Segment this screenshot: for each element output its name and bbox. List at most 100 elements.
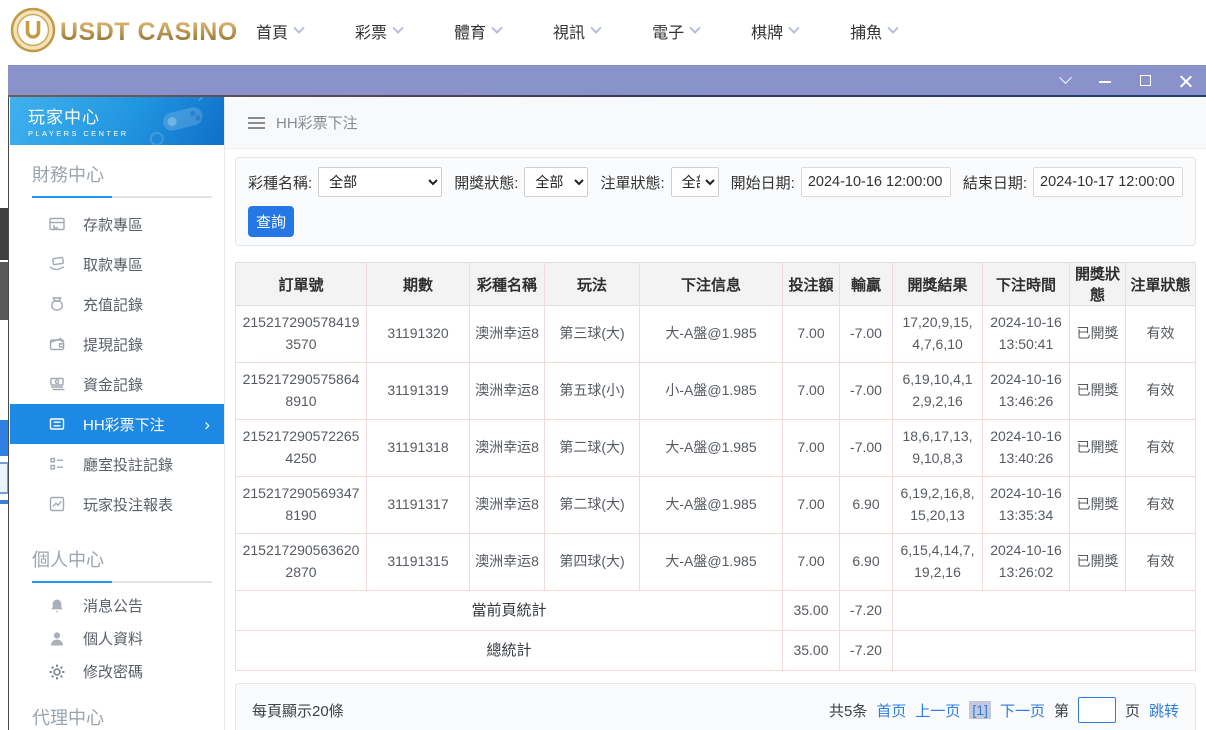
col-header-2: 彩種名稱 xyxy=(469,262,545,306)
chevron-down-icon xyxy=(293,22,305,34)
sidebar-item-profile[interactable]: 個人資料 xyxy=(10,622,224,655)
cell: 2024-10-16 13:50:41 xyxy=(982,305,1070,363)
section-title-finance: 財務中心 xyxy=(32,165,104,185)
window-titlebar[interactable] xyxy=(8,65,1206,95)
jump-button[interactable]: 跳转 xyxy=(1149,700,1179,721)
sidebar-item-funds-record[interactable]: 資金記錄 xyxy=(10,364,224,404)
search-button[interactable]: 查詢 xyxy=(248,206,294,237)
sidebar-item-hall-bet-records[interactable]: 廳室投註記錄 xyxy=(10,444,224,484)
nav-item-sports[interactable]: 體育 xyxy=(454,19,503,43)
cell: 2152172905784193570 xyxy=(235,305,367,363)
cell: 有效 xyxy=(1125,305,1196,363)
breadcrumb: HH彩票下注 xyxy=(225,97,1206,149)
sidebar-menu: 財務中心存款專區 取款專區 充值記錄 提現記錄 資金記錄 HH彩票下注 › 廳室投註記錄 玩家投… xyxy=(10,145,224,730)
collapse-chevron-icon[interactable] xyxy=(1054,69,1076,91)
moneybag-icon xyxy=(48,295,68,313)
bets-table: 訂單號 期數 彩種名稱 玩法 下注信息 投注額 輸贏 開獎結果 下注時間 開獎狀態 注單狀態 215… xyxy=(235,262,1196,671)
col-header-7: 開獎結果 xyxy=(892,262,983,306)
col-header-4: 下注信息 xyxy=(639,262,783,306)
next-page-link[interactable]: 下一页 xyxy=(1000,700,1045,721)
sidebar-item-announcements[interactable]: 消息公告 xyxy=(10,589,224,622)
cell: 大-A盤@1.985 xyxy=(639,305,783,363)
cell: 大-A盤@1.985 xyxy=(639,476,783,534)
minimize-icon[interactable] xyxy=(1094,69,1116,91)
window-controls xyxy=(1054,65,1200,95)
first-page-link[interactable]: 首页 xyxy=(876,700,906,721)
cell: 7.00 xyxy=(782,419,840,477)
hamburger-menu-icon[interactable] xyxy=(248,116,265,129)
draw-status-select[interactable]: 全部 xyxy=(524,167,589,197)
jump-page-input[interactable] xyxy=(1077,697,1116,723)
sidebar-item-withdraw[interactable]: 取款專區 xyxy=(10,244,224,284)
cell: 第五球(小) xyxy=(544,362,640,420)
start-date-label: 開始日期: xyxy=(730,174,795,192)
nav-item-lottery[interactable]: 彩票 xyxy=(355,19,404,43)
summary-empty xyxy=(892,590,1196,631)
current-page-badge[interactable]: [1] xyxy=(969,701,991,719)
site-logo[interactable]: USDT CASINO xyxy=(10,7,238,58)
nav-item-fishing[interactable]: 捕魚 xyxy=(850,19,899,43)
col-header-0: 訂單號 xyxy=(235,262,367,306)
player-center-window: 玩家中心 PLAYERS CENTER 財務中心存款專區 取款專區 充值記錄 提現記錄… xyxy=(8,65,1206,730)
page-size-text: 每頁顯示20條 xyxy=(252,702,344,720)
page-title: HH彩票下注 xyxy=(276,115,358,132)
sidebar: 玩家中心 PLAYERS CENTER 財務中心存款專區 取款專區 充值記錄 提現記錄… xyxy=(8,97,225,730)
cell: 有效 xyxy=(1125,476,1196,534)
cell: 有效 xyxy=(1125,362,1196,420)
sidebar-item-hh-lottery-bets[interactable]: HH彩票下注 › xyxy=(10,404,224,444)
summary-bet-total: 35.00 xyxy=(782,630,840,671)
table-row: 2152172905758648910 31191319 澳洲幸运8 第五球(小) 小-… xyxy=(235,362,1196,420)
lottery-name-select[interactable]: 全部 xyxy=(318,167,443,197)
chevron-right-icon: › xyxy=(204,414,210,434)
nav-item-home[interactable]: 首頁 xyxy=(256,19,305,43)
end-date-input[interactable] xyxy=(1033,167,1183,197)
cell: 已開獎 xyxy=(1069,305,1126,363)
cell: 31191319 xyxy=(366,362,470,420)
cell: 2152172905636202870 xyxy=(235,533,367,591)
nav-item-cards[interactable]: 棋牌 xyxy=(751,19,800,43)
cell: 7.00 xyxy=(782,305,840,363)
cell: 大-A盤@1.985 xyxy=(639,419,783,477)
cell: 31191317 xyxy=(366,476,470,534)
deposit-icon xyxy=(48,215,68,233)
cell: 澳洲幸运8 xyxy=(469,362,545,420)
cell: -7.00 xyxy=(839,362,893,420)
chevron-down-icon xyxy=(590,22,602,34)
section-personal: 個人中心 消息公告 個人資料 修改密碼 xyxy=(10,530,224,688)
section-divider xyxy=(32,581,212,583)
sidebar-item-deposit[interactable]: 存款專區 xyxy=(10,204,224,244)
start-date-input[interactable] xyxy=(800,167,951,197)
cell: 7.00 xyxy=(782,362,840,420)
maximize-icon[interactable] xyxy=(1134,69,1156,91)
cell: 2024-10-16 13:26:02 xyxy=(982,533,1070,591)
close-icon[interactable] xyxy=(1174,69,1196,91)
chevron-down-icon xyxy=(689,22,701,34)
cell: 有效 xyxy=(1125,419,1196,477)
cell: 6,15,4,14,7,19,2,16 xyxy=(892,533,983,591)
lottery-name-label: 彩種名稱: xyxy=(248,174,313,192)
summary-winloss-total: -7.20 xyxy=(839,590,893,631)
cell: 澳洲幸运8 xyxy=(469,305,545,363)
nav-item-slots[interactable]: 電子 xyxy=(652,19,701,43)
cell: 已開獎 xyxy=(1069,419,1126,477)
logo-wordmark: USDT CASINO xyxy=(60,18,238,46)
order-status-select[interactable]: 全部 xyxy=(670,167,719,197)
section-agent: 代理中心 xyxy=(10,688,224,730)
cell: 7.00 xyxy=(782,476,840,534)
prev-page-link[interactable]: 上一页 xyxy=(915,700,960,721)
cell: 2024-10-16 13:35:34 xyxy=(982,476,1070,534)
person-icon xyxy=(48,630,68,648)
table-row: 2152172905693478190 31191317 澳洲幸运8 第二球(大) 大-… xyxy=(235,476,1196,534)
sidebar-item-player-bet-report[interactable]: 玩家投注報表 xyxy=(10,484,224,524)
col-header-8: 下注時間 xyxy=(982,262,1070,306)
total-count: 共5条 xyxy=(828,702,868,720)
ticket-list-icon xyxy=(48,415,68,433)
sidebar-item-recharge-record[interactable]: 充值記錄 xyxy=(10,284,224,324)
sidebar-item-change-password[interactable]: 修改密碼 xyxy=(10,655,224,688)
sidebar-header: 玩家中心 PLAYERS CENTER xyxy=(10,97,224,145)
cell: 已開獎 xyxy=(1069,362,1126,420)
sidebar-item-cashout-record[interactable]: 提現記錄 xyxy=(10,324,224,364)
cell: 17,20,9,15,4,7,6,10 xyxy=(892,305,983,363)
nav-item-live-video[interactable]: 視訊 xyxy=(553,19,602,43)
cell: 大-A盤@1.985 xyxy=(639,533,783,591)
